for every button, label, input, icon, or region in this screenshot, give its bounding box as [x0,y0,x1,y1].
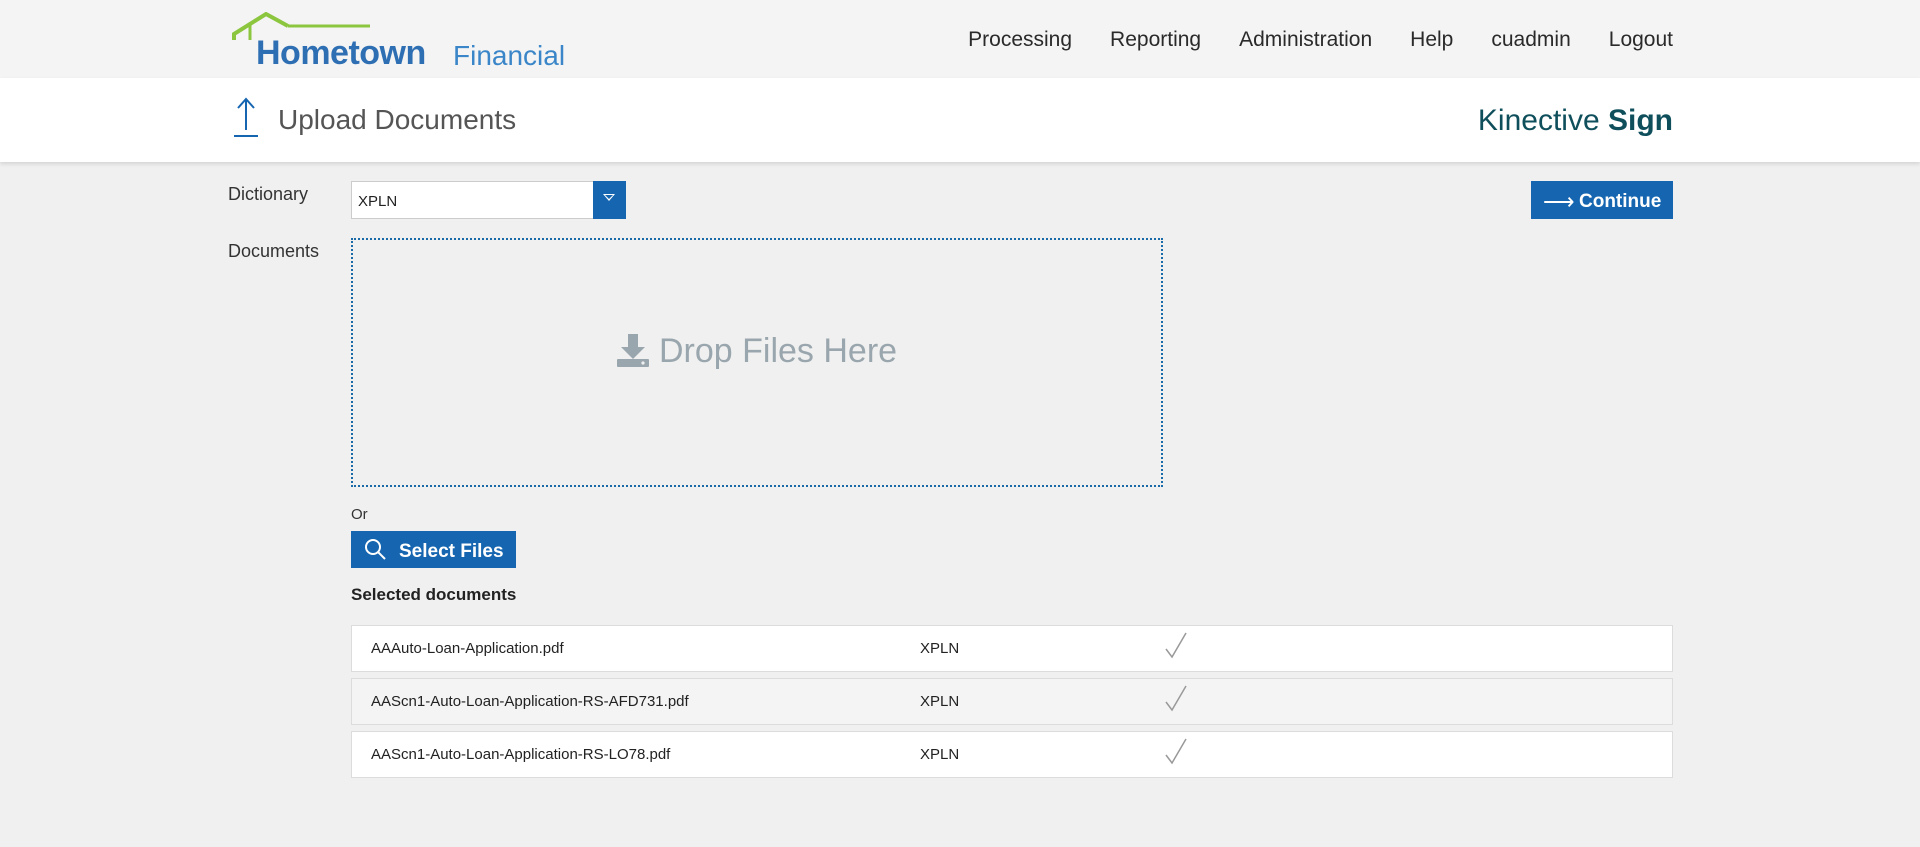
check-icon [1165,738,1187,765]
nav-help[interactable]: Help [1410,28,1453,52]
document-dictionary: XPLN [920,640,960,657]
document-filename: AAScn1-Auto-Loan-Application-RS-LO78.pdf [371,746,671,763]
selected-documents-heading: Selected documents [351,585,517,604]
document-row[interactable]: AAScn1-Auto-Loan-Application-RS-AFD731.p… [351,678,1673,725]
product-name: Kinective Sign [1478,104,1673,138]
document-row[interactable]: AAScn1-Auto-Loan-Application-RS-LO78.pdf… [351,731,1673,778]
dictionary-select[interactable]: XPLN [351,181,626,219]
dropzone-text: Drop Files Here [659,332,898,370]
check-icon [1165,685,1187,712]
page-title: Upload Documents [278,104,517,135]
logo-text-financial: Financial [453,40,566,71]
document-filename: AAAuto-Loan-Application.pdf [371,640,564,657]
or-text: Or [351,506,368,523]
search-icon [365,539,386,560]
nav-user-account[interactable]: cuadmin [1491,28,1570,52]
upload-arrow-icon [234,97,258,137]
nav-logout[interactable]: Logout [1609,28,1673,52]
nav-reporting[interactable]: Reporting [1110,28,1201,52]
top-navigation-bar: Hometown Financial Processing Reporting … [0,0,1920,78]
select-files-button[interactable]: Select Files [351,531,516,568]
nav-processing[interactable]: Processing [968,28,1072,52]
select-files-label: Select Files [399,541,504,562]
product-name-light: Kinective [1477,104,1600,137]
chevron-down-icon [603,194,615,201]
file-dropzone[interactable]: Drop Files Here [351,238,1163,487]
document-dictionary: XPLN [920,693,960,710]
document-dictionary: XPLN [920,746,960,763]
main-nav: Processing Reporting Administration Help… [968,28,1673,52]
document-row[interactable]: AAAuto-Loan-Application.pdf XPLN [351,625,1673,672]
continue-button-label: Continue [1579,191,1662,212]
arrow-right-icon: ⟶ [1543,189,1575,214]
download-tray-icon [617,334,649,367]
product-name-bold: Sign [1608,104,1673,137]
document-filename: AAScn1-Auto-Loan-Application-RS-AFD731.p… [371,693,689,710]
page-header: Upload Documents Kinective Sign [0,78,1920,162]
hometown-financial-logo[interactable]: Hometown Financial [230,12,570,72]
documents-label: Documents [228,241,320,261]
check-icon [1165,632,1187,659]
dictionary-selected-value: XPLN [358,193,398,210]
dictionary-dropdown-button[interactable] [593,181,626,219]
nav-administration[interactable]: Administration [1239,28,1372,52]
logo-text-hometown: Hometown [256,34,426,72]
continue-button[interactable]: ⟶ Continue [1531,181,1673,219]
dictionary-label: Dictionary [228,184,309,204]
